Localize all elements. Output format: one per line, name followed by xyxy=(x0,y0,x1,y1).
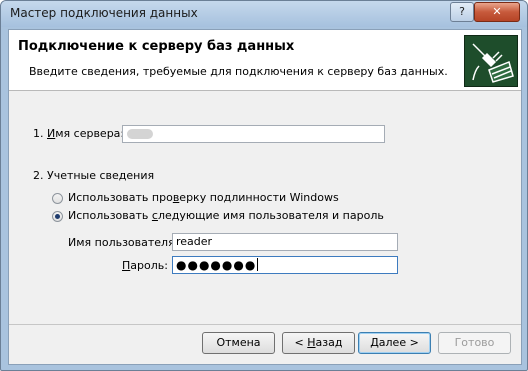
page-title: Подключение к серверу баз данных xyxy=(18,39,295,54)
user-auth-radio[interactable] xyxy=(52,211,63,222)
title-bar[interactable]: Мастер подключения данных ? ✕ xyxy=(1,1,527,27)
finish-button[interactable]: Готово xyxy=(438,332,511,354)
username-input[interactable]: reader xyxy=(172,233,398,251)
password-input[interactable]: ●●●●●●● xyxy=(172,256,398,274)
next-button[interactable]: Далее > xyxy=(358,332,431,354)
server-label: 1. Имя сервера: xyxy=(33,127,125,140)
user-auth-label[interactable]: Использовать следующие имя пользователя … xyxy=(68,209,384,222)
password-label: Пароль: xyxy=(122,259,168,272)
cancel-button[interactable]: Отмена xyxy=(202,332,275,354)
server-name-input[interactable] xyxy=(122,125,385,143)
windows-auth-radio[interactable] xyxy=(52,193,63,204)
radio-selected-dot xyxy=(55,214,60,219)
dialog-body: Подключение к серверу баз данных Введите… xyxy=(8,29,522,365)
windows-auth-label[interactable]: Использовать проверку подлинности Window… xyxy=(68,191,339,204)
wizard-window: Мастер подключения данных ? ✕ Подключени… xyxy=(0,0,528,371)
credentials-heading: 2. Учетные сведения xyxy=(33,169,155,182)
window-title: Мастер подключения данных xyxy=(10,6,198,20)
close-button[interactable]: ✕ xyxy=(474,2,520,22)
footer-separator xyxy=(9,324,521,325)
back-button[interactable]: < Назад xyxy=(282,332,355,354)
page-subtitle: Введите сведения, требуемые для подключе… xyxy=(29,65,448,78)
wizard-header: Подключение к серверу баз данных Введите… xyxy=(9,30,521,91)
database-plug-icon xyxy=(464,35,518,87)
server-name-redacted xyxy=(127,129,153,139)
username-label: Имя пользователя: xyxy=(68,236,179,249)
help-button[interactable]: ? xyxy=(450,2,474,22)
